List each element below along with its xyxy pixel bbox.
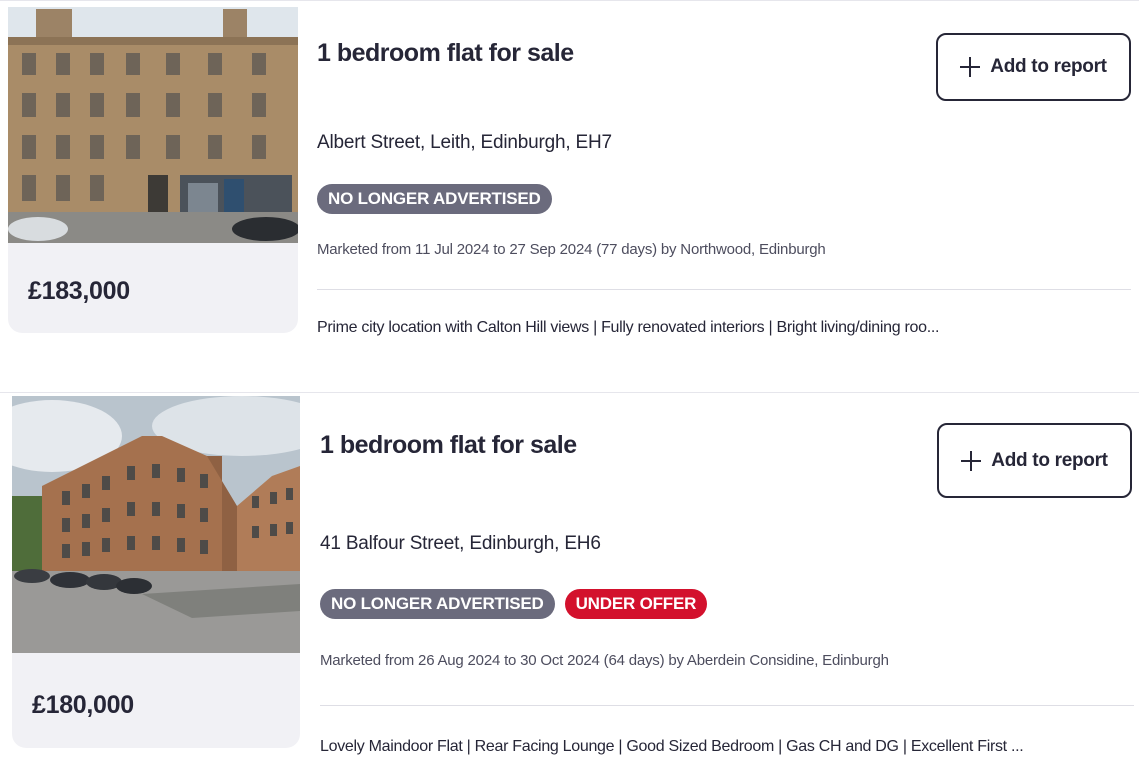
plus-icon <box>960 57 981 77</box>
property-image-panel[interactable]: £183,000 <box>8 7 298 333</box>
marketed-info: Marketed from 11 Jul 2024 to 27 Sep 2024… <box>317 241 826 258</box>
listing-features: Lovely Maindoor Flat | Rear Facing Loung… <box>320 738 1024 755</box>
property-listing[interactable]: £180,000 1 bedroom flat for sale Add to … <box>0 392 1139 760</box>
status-badges: NO LONGER ADVERTISED UNDER OFFER <box>320 589 708 619</box>
add-to-report-button[interactable]: Add to report <box>937 423 1132 498</box>
property-listing[interactable]: £183,000 1 bedroom flat for sale Add to … <box>0 0 1139 349</box>
add-to-report-label: Add to report <box>990 56 1107 77</box>
plus-icon <box>961 450 982 471</box>
status-badge-no-longer-advertised: NO LONGER ADVERTISED <box>317 184 552 214</box>
property-photo[interactable] <box>12 396 300 653</box>
status-badges: NO LONGER ADVERTISED <box>317 184 552 214</box>
listing-title[interactable]: 1 bedroom flat for sale <box>317 39 574 68</box>
marketed-info: Marketed from 26 Aug 2024 to 30 Oct 2024… <box>320 652 889 669</box>
listing-price: £180,000 <box>32 691 134 719</box>
status-badge-no-longer-advertised: NO LONGER ADVERTISED <box>320 589 555 619</box>
property-photo[interactable] <box>8 7 298 243</box>
listing-address: Albert Street, Leith, Edinburgh, EH7 <box>317 132 612 153</box>
listing-price: £183,000 <box>28 277 130 305</box>
listing-features: Prime city location with Calton Hill vie… <box>317 319 940 336</box>
divider <box>317 289 1131 290</box>
listing-address: 41 Balfour Street, Edinburgh, EH6 <box>320 533 601 554</box>
listing-title[interactable]: 1 bedroom flat for sale <box>320 431 577 460</box>
status-badge-under-offer: UNDER OFFER <box>564 589 708 619</box>
add-to-report-label: Add to report <box>991 449 1108 471</box>
add-to-report-button[interactable]: Add to report <box>936 33 1131 101</box>
property-image-panel[interactable]: £180,000 <box>12 396 300 748</box>
divider <box>320 705 1134 706</box>
